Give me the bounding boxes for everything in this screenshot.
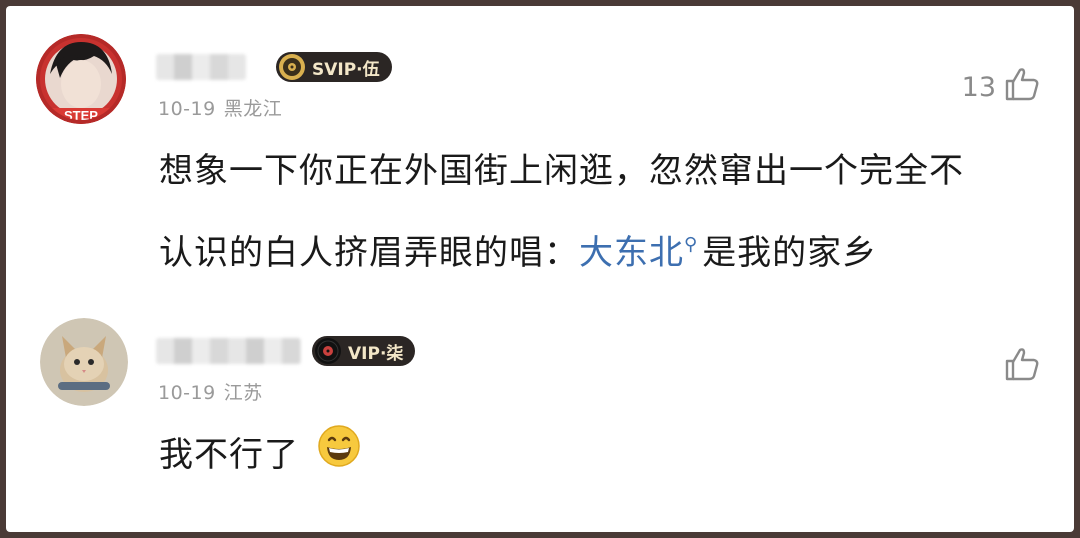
user-avatar[interactable] <box>40 318 128 406</box>
username-blurred[interactable] <box>156 338 301 364</box>
comment-meta: 10-19 江苏 <box>158 378 271 405</box>
comment-panel: STEP SVIP·伍 10-19 黑龙江 13 想象一下你正在外国街上闲逛，忽… <box>6 6 1074 532</box>
thumbs-up-icon <box>1002 344 1042 391</box>
like-button[interactable] <box>996 344 1042 391</box>
comment-location: 江苏 <box>223 382 263 404</box>
comment-text: 我不行了 <box>159 418 361 494</box>
comment-item: VIP·柒 10-19 江苏 我不行了 <box>6 6 1074 532</box>
badge-label: VIP·柒 <box>348 343 404 364</box>
comment-text-line: 我不行了 <box>159 435 299 475</box>
comment-date: 10-19 <box>158 382 216 404</box>
grinning-face-emoji <box>317 420 361 494</box>
vip-badge[interactable]: VIP·柒 <box>312 336 416 366</box>
vinyl-disc-icon <box>314 337 342 365</box>
